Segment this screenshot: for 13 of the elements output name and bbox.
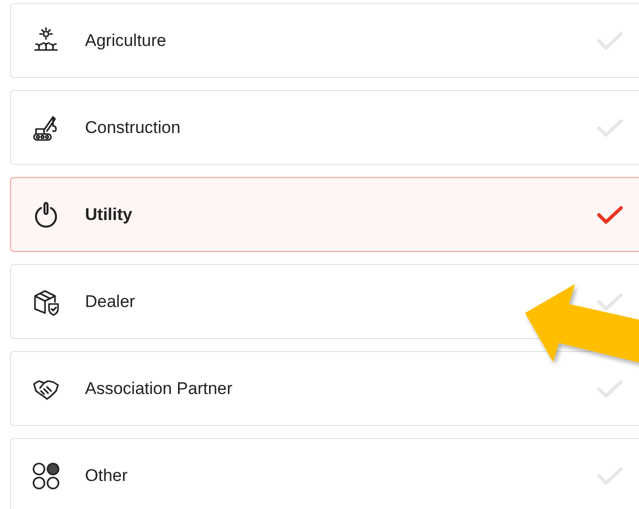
option-label: Utility — [85, 204, 134, 224]
circles-icon — [31, 460, 61, 490]
option-card[interactable]: Association Partner — [10, 351, 639, 426]
option-card[interactable]: Other — [10, 438, 639, 509]
option-label: Agriculture — [85, 30, 168, 50]
option-card[interactable]: Construction — [10, 90, 639, 165]
option-label: Association Partner — [85, 378, 234, 398]
option-label: Dealer — [85, 292, 136, 312]
option-label: Construction — [85, 118, 182, 138]
option-card[interactable]: Utility — [10, 177, 639, 252]
option-label: Other — [85, 466, 129, 486]
option-card[interactable]: Agriculture — [10, 3, 639, 78]
option-card[interactable]: Dealer — [10, 264, 639, 339]
